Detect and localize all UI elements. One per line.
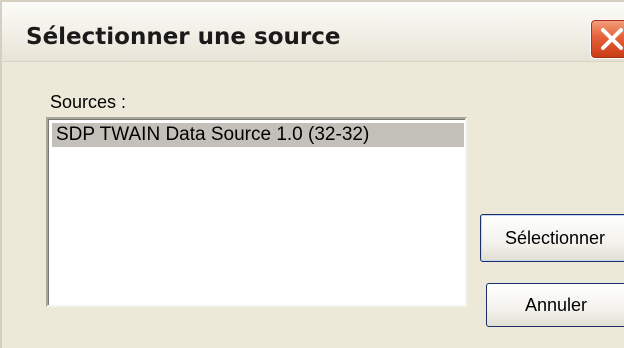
cancel-button[interactable]: Annuler (486, 283, 624, 327)
select-button[interactable]: Sélectionner (480, 214, 624, 262)
title-bar[interactable]: Sélectionner une source (2, 2, 624, 62)
window-title: Sélectionner une source (26, 24, 341, 50)
sources-listbox[interactable]: SDP TWAIN Data Source 1.0 (32-32) (46, 117, 467, 307)
select-source-dialog: Sélectionner une source Sources : SDP TW… (0, 0, 624, 348)
close-button[interactable] (590, 19, 624, 59)
close-icon (601, 28, 623, 50)
sources-label: Sources : (50, 92, 127, 112)
list-item[interactable]: SDP TWAIN Data Source 1.0 (32-32) (52, 123, 464, 147)
